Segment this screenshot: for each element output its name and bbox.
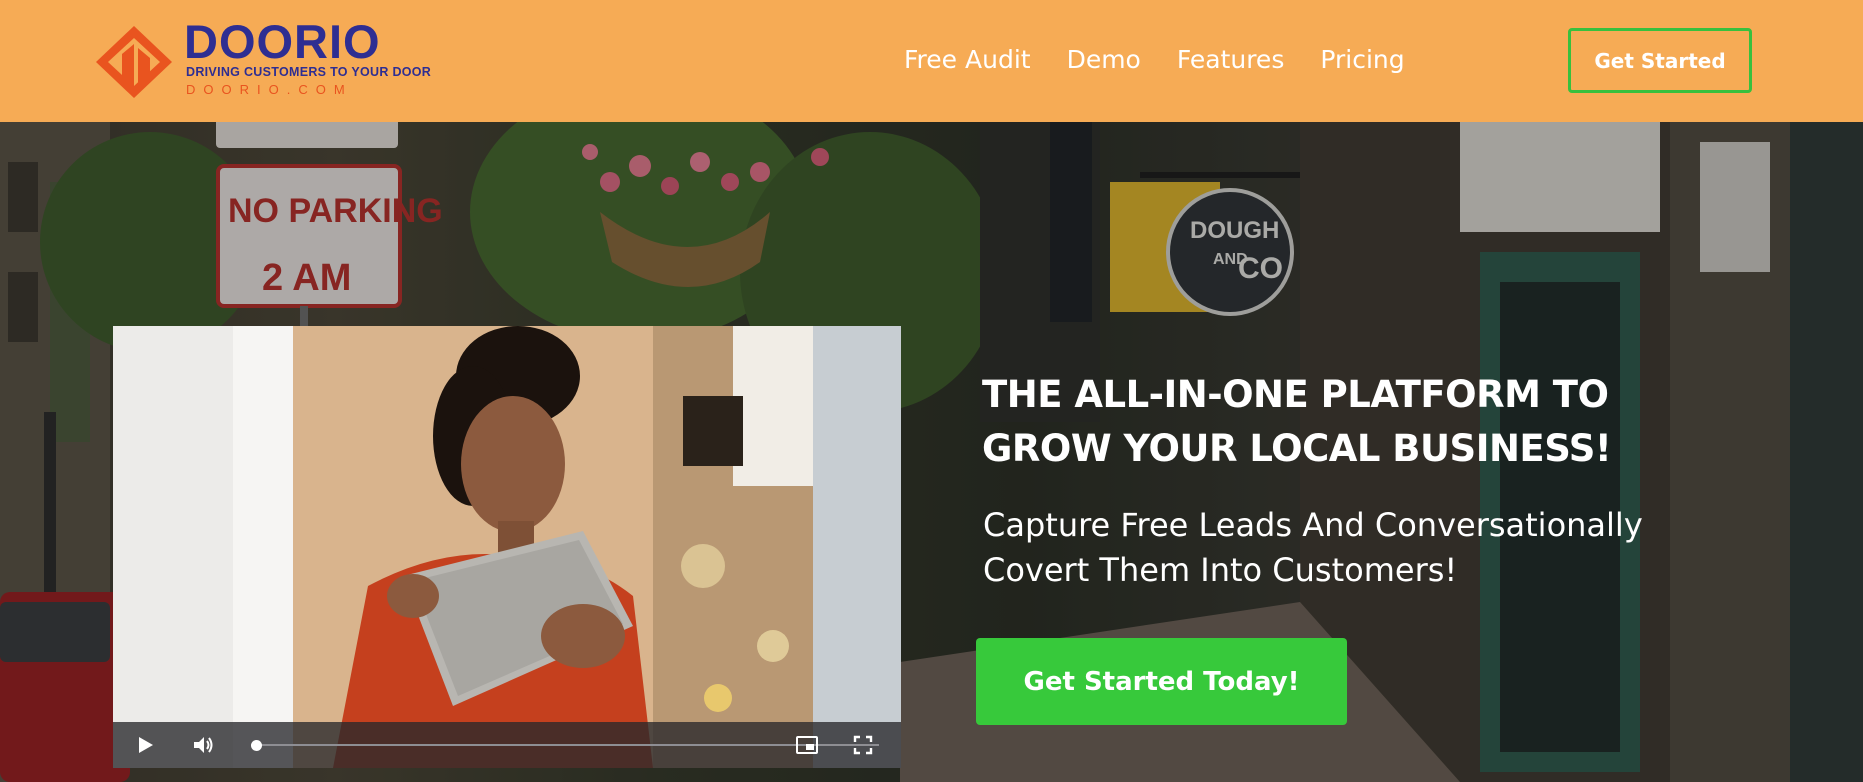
- nav-link-features[interactable]: Features: [1177, 42, 1285, 78]
- nav-link-pricing[interactable]: Pricing: [1320, 42, 1404, 78]
- video-controls-bar: [113, 722, 901, 768]
- main-nav: Free Audit Demo Features Pricing: [904, 42, 1405, 78]
- picture-in-picture-icon[interactable]: [795, 733, 819, 757]
- volume-icon[interactable]: [191, 733, 215, 757]
- nav-link-free-audit[interactable]: Free Audit: [904, 42, 1031, 78]
- video-thumbnail: [113, 326, 901, 768]
- nav-link-demo[interactable]: Demo: [1067, 42, 1141, 78]
- site-header: DOORIO DRIVING CUSTOMERS TO YOUR DOOR DO…: [0, 0, 1863, 122]
- get-started-button[interactable]: Get Started: [1568, 28, 1752, 93]
- play-icon[interactable]: [133, 733, 157, 757]
- brand-name: DOORIO: [184, 15, 381, 68]
- get-started-today-button[interactable]: Get Started Today!: [976, 638, 1347, 725]
- video-player[interactable]: [113, 326, 901, 768]
- brand-logo[interactable]: DOORIO DRIVING CUSTOMERS TO YOUR DOOR DO…: [96, 15, 431, 104]
- progress-handle[interactable]: [251, 740, 262, 751]
- hero-subtitle: Capture Free Leads And Conversationally …: [983, 506, 1643, 589]
- fullscreen-icon[interactable]: [851, 733, 875, 757]
- brand-tagline: DRIVING CUSTOMERS TO YOUR DOOR: [186, 65, 432, 79]
- brand-domain: DOORIO.COM: [186, 82, 353, 97]
- door-diamond-icon: [96, 26, 172, 98]
- hero-title: THE ALL-IN-ONE PLATFORM TO GROW YOUR LOC…: [982, 373, 1612, 470]
- video-progress-bar[interactable]: [251, 740, 879, 751]
